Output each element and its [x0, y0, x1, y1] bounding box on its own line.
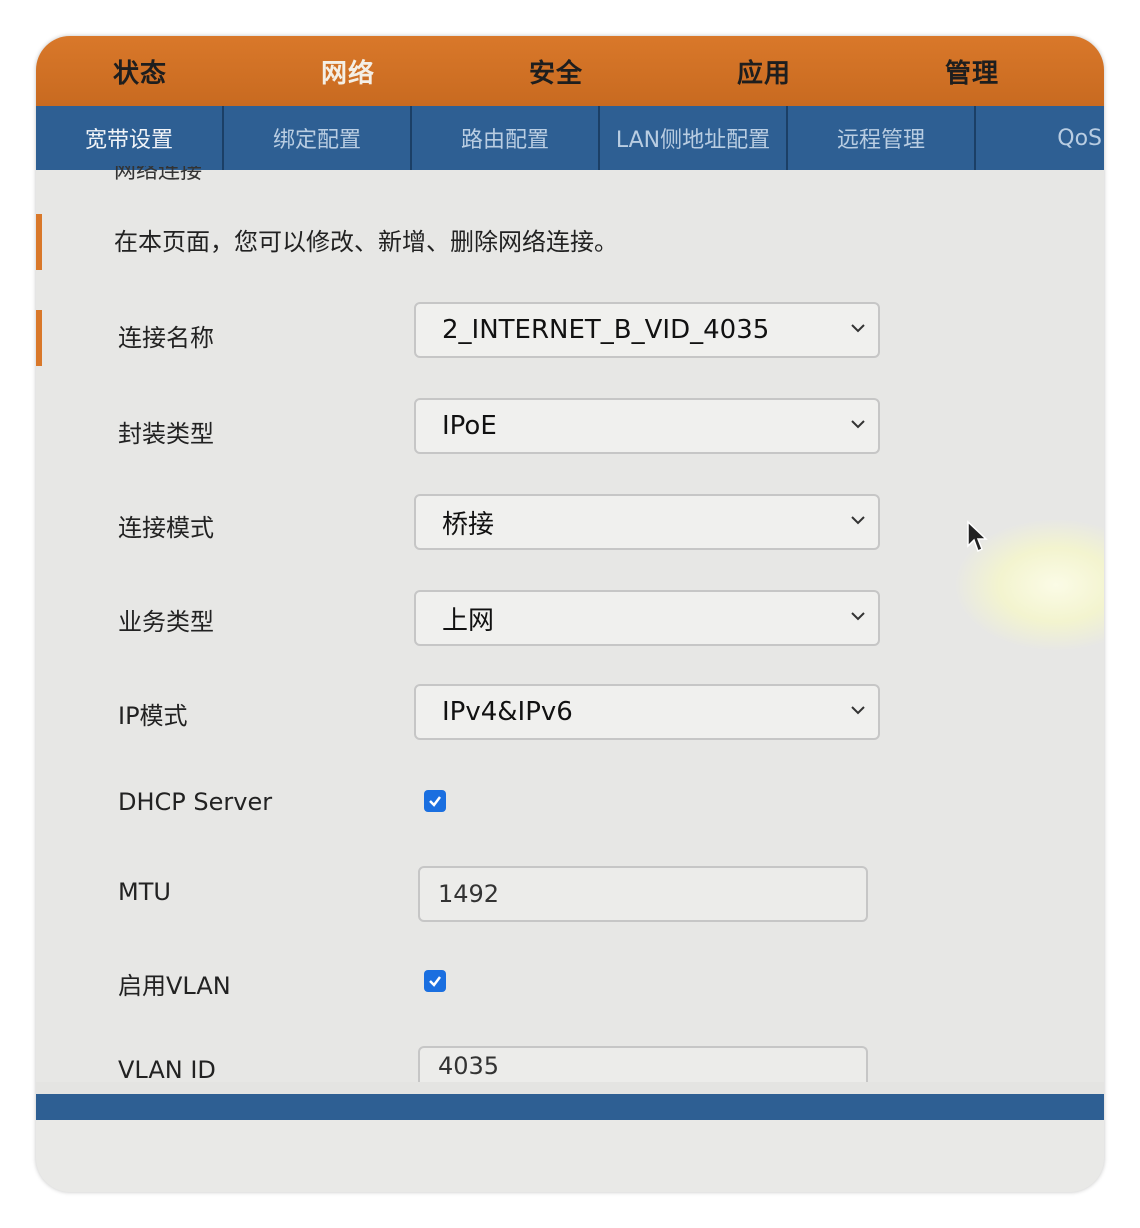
tab-qos[interactable]: QoS: [976, 106, 1104, 170]
mtu-input[interactable]: 1492: [418, 866, 868, 922]
enable-vlan-label: 启用VLAN: [118, 972, 231, 1000]
tab-broadband[interactable]: 宽带设置: [36, 106, 224, 170]
connection-name-value: 2_INTERNET_B_VID_4035: [442, 315, 770, 345]
section-title: 网络连接: [114, 166, 203, 182]
service-type-label: 业务类型: [118, 608, 214, 636]
ip-mode-select[interactable]: IPv4&IPv6: [414, 684, 880, 740]
chevron-down-icon: [851, 612, 865, 621]
page-description: 在本页面，您可以修改、新增、删除网络连接。: [114, 228, 618, 256]
mtu-label: MTU: [118, 878, 171, 906]
top-nav-network[interactable]: 网络: [244, 53, 452, 90]
encapsulation-label: 封装类型: [118, 420, 214, 448]
mouse-pointer-icon: [967, 520, 988, 553]
ip-mode-label: IP模式: [118, 702, 188, 730]
footer-bar: [36, 1094, 1104, 1120]
connection-mode-select[interactable]: 桥接: [414, 494, 880, 550]
top-nav-application[interactable]: 应用: [660, 53, 868, 90]
connection-mode-value: 桥接: [442, 509, 495, 540]
encapsulation-select[interactable]: IPoE: [414, 398, 880, 454]
chevron-down-icon: [851, 516, 865, 525]
footer-area: [36, 1120, 1104, 1192]
vlan-id-label: VLAN ID: [118, 1056, 216, 1084]
tab-binding[interactable]: 绑定配置: [224, 106, 412, 170]
tab-routing[interactable]: 路由配置: [412, 106, 600, 170]
service-type-value: 上网: [442, 605, 495, 636]
connection-mode-label: 连接模式: [118, 514, 214, 542]
sub-nav: 宽带设置 绑定配置 路由配置 LAN侧地址配置 远程管理 QoS: [36, 106, 1104, 170]
vlan-id-input[interactable]: 4035: [418, 1046, 868, 1082]
top-nav-security[interactable]: 安全: [452, 53, 660, 90]
chevron-down-icon: [851, 420, 865, 429]
main-content: 网络连接 在本页面，您可以修改、新增、删除网络连接。 连接名称 2_INTERN…: [36, 166, 1104, 1084]
top-nav-management[interactable]: 管理: [868, 53, 1076, 90]
encapsulation-value: IPoE: [442, 411, 497, 441]
left-accent-bar: [36, 214, 42, 270]
top-nav: 状态 网络 安全 应用 管理: [36, 36, 1104, 106]
checkmark-icon: [429, 976, 441, 987]
left-accent-bar: [36, 310, 42, 366]
tab-remote-management[interactable]: 远程管理: [788, 106, 976, 170]
dhcp-server-label: DHCP Server: [118, 788, 273, 816]
enable-vlan-checkbox[interactable]: [424, 970, 446, 992]
chevron-down-icon: [851, 706, 865, 715]
top-nav-status[interactable]: 状态: [36, 53, 244, 90]
connection-name-select[interactable]: 2_INTERNET_B_VID_4035: [414, 302, 880, 358]
service-type-select[interactable]: 上网: [414, 590, 880, 646]
dhcp-server-checkbox[interactable]: [424, 790, 446, 812]
chevron-down-icon: [851, 324, 865, 333]
tab-lan-address[interactable]: LAN侧地址配置: [600, 106, 788, 170]
checkmark-icon: [429, 796, 441, 807]
connection-name-label: 连接名称: [118, 324, 214, 352]
screen-frame: 状态 网络 安全 应用 管理 宽带设置 绑定配置 路由配置 LAN侧地址配置 远…: [36, 36, 1104, 1192]
ip-mode-value: IPv4&IPv6: [442, 697, 573, 727]
